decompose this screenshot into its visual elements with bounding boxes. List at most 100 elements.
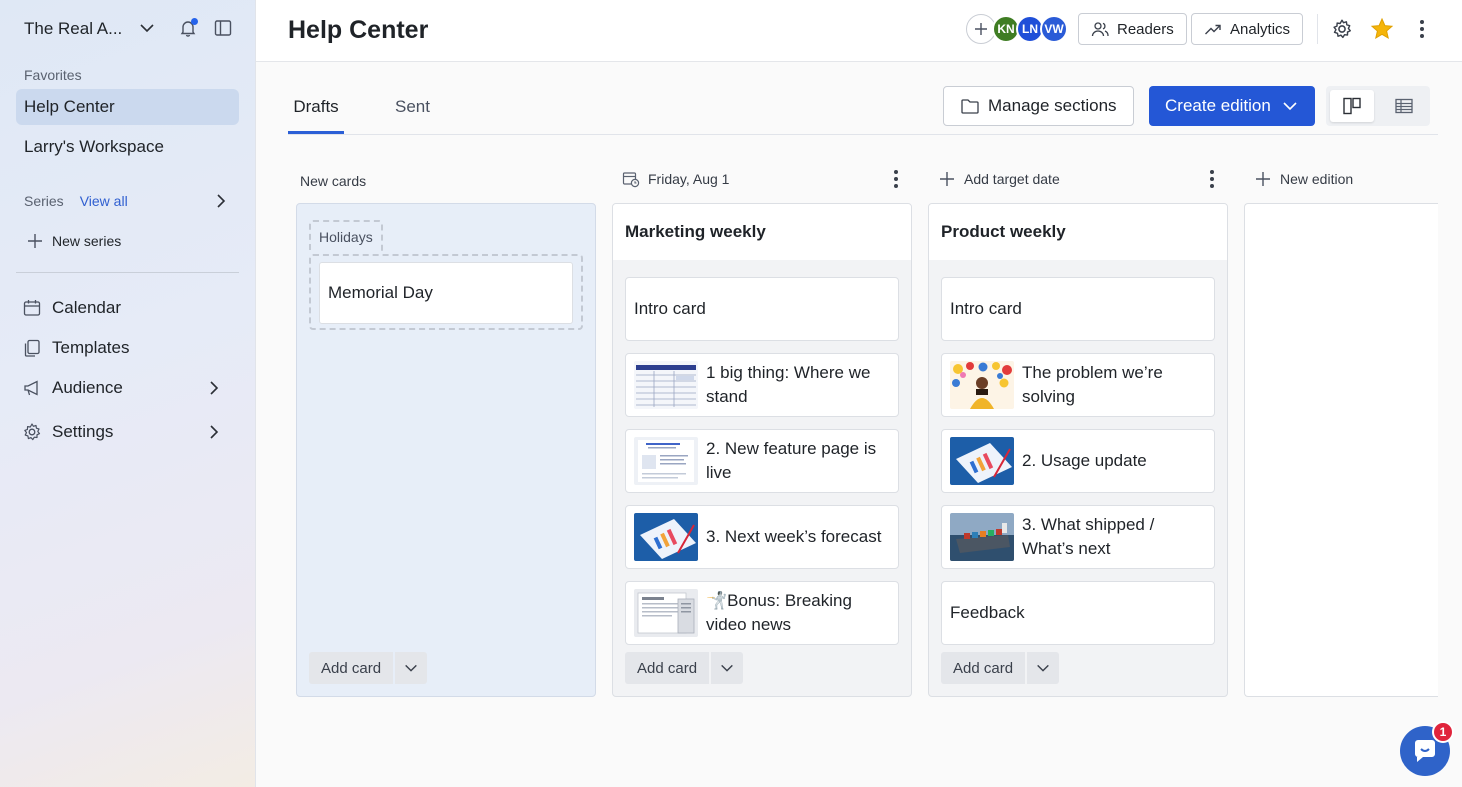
table-view-icon[interactable] — [1382, 90, 1426, 122]
document-thumbnail — [634, 437, 698, 485]
templates-icon — [22, 338, 42, 358]
trend-icon — [1204, 20, 1222, 38]
add-target-date-button[interactable]: Add target date — [938, 167, 1060, 191]
plus-icon — [1254, 170, 1272, 188]
header-divider — [1317, 14, 1318, 44]
card[interactable]: 2. New feature page is live — [625, 429, 899, 493]
sidebar-item-templates[interactable]: Templates — [16, 330, 239, 366]
edition-title[interactable]: Marketing weekly — [613, 204, 911, 260]
favorites-label: Favorites — [24, 67, 82, 83]
sidebar-divider — [16, 272, 239, 273]
chevron-right-icon[interactable] — [212, 192, 230, 210]
sidebar-item-label: Templates — [52, 338, 130, 357]
sidebar-item-label: Settings — [52, 422, 114, 441]
card-title: 🤺Bonus: Breaking video news — [706, 591, 852, 634]
card[interactable]: 3. Next week’s forecast — [625, 505, 899, 569]
marketing-date-header[interactable]: Friday, Aug 1 — [622, 167, 729, 191]
add-card-control: Add card — [625, 652, 744, 684]
chevron-down-icon[interactable] — [711, 652, 744, 684]
more-options-icon[interactable] — [1410, 17, 1434, 41]
new-edition-button[interactable]: New edition — [1254, 167, 1353, 191]
holiday-group: Memorial Day — [309, 254, 583, 330]
add-card-control: Add card — [309, 652, 428, 684]
analytics-button[interactable]: Analytics — [1191, 13, 1304, 45]
view-toggle — [1326, 86, 1430, 126]
add-card-button[interactable]: Add card — [625, 652, 710, 684]
readers-button[interactable]: Readers — [1078, 13, 1187, 45]
sidebar-item-settings[interactable]: Settings — [16, 414, 239, 450]
favorite-star-icon[interactable] — [1370, 17, 1394, 41]
new-cards-header: New cards — [300, 173, 367, 189]
card[interactable]: 1 big thing: Where we stand — [625, 353, 899, 417]
card[interactable]: The problem we’re solving — [941, 353, 1215, 417]
calendar-clock-icon — [622, 170, 640, 188]
add-card-button[interactable]: Add card — [309, 652, 394, 684]
sidebar-item-label: Calendar — [52, 298, 121, 317]
sidebar-toggle-icon[interactable] — [214, 19, 232, 37]
sidebar-item-help-center[interactable]: Help Center — [16, 89, 239, 125]
product-weekly-column: Product weekly Intro card The problem we… — [928, 203, 1228, 697]
chevron-right-icon[interactable] — [205, 423, 223, 441]
card[interactable]: 3. What shipped / What’s next — [941, 505, 1215, 569]
settings-gear-icon[interactable] — [1330, 17, 1354, 41]
new-edition-label: New edition — [1280, 171, 1354, 187]
sidebar-item-larrys-workspace[interactable]: Larry's Workspace — [16, 129, 239, 165]
sidebar-item-label: Larry's Workspace — [24, 137, 164, 156]
chevron-down-icon[interactable] — [138, 19, 156, 37]
card-title: 3. What shipped / What’s next — [1022, 515, 1155, 558]
avatar[interactable]: VW — [1040, 15, 1068, 43]
new-edition-column[interactable] — [1244, 203, 1438, 697]
sidebar-item-audience[interactable]: Audience — [16, 370, 239, 406]
group-label[interactable]: Holidays — [309, 220, 383, 252]
card[interactable]: Intro card — [625, 277, 899, 341]
card-title: Intro card — [634, 299, 706, 318]
more-options-icon[interactable] — [1202, 168, 1222, 190]
sidebar: The Real A... Favorites Help Center Larr… — [0, 0, 256, 787]
board-view-icon[interactable] — [1330, 90, 1374, 122]
card-title: 3. Next week’s forecast — [706, 527, 882, 546]
card-title: Memorial Day — [328, 283, 433, 302]
card[interactable]: 🤺Bonus: Breaking video news — [625, 581, 899, 645]
new-series-button[interactable]: New series — [26, 229, 121, 253]
tab-bar: Drafts Sent Manage sections Create editi… — [288, 85, 1438, 135]
users-icon — [1091, 20, 1109, 38]
megaphone-icon — [22, 378, 42, 398]
card[interactable]: Feedback — [941, 581, 1215, 645]
edition-title[interactable]: Product weekly — [929, 204, 1227, 260]
top-header: Help Center KN LN VW Readers Analytics — [256, 0, 1462, 62]
notification-dot — [191, 18, 198, 25]
more-options-icon[interactable] — [886, 168, 906, 190]
tab-drafts[interactable]: Drafts — [288, 97, 344, 134]
new-series-label: New series — [52, 233, 122, 249]
sidebar-item-label: Audience — [52, 378, 123, 397]
ship-thumbnail — [950, 513, 1014, 561]
chevron-right-icon[interactable] — [205, 379, 223, 397]
workspace-switcher[interactable]: The Real A... — [24, 16, 240, 42]
chevron-down-icon[interactable] — [395, 652, 428, 684]
notification-bell-icon[interactable] — [178, 18, 198, 38]
chevron-down-icon[interactable] — [1027, 652, 1060, 684]
create-edition-button[interactable]: Create edition — [1149, 86, 1315, 126]
card[interactable]: Memorial Day — [319, 262, 573, 324]
sidebar-item-calendar[interactable]: Calendar — [16, 290, 239, 326]
add-target-date-label: Add target date — [964, 171, 1060, 187]
view-all-link[interactable]: View all — [80, 193, 128, 209]
card-title: Intro card — [950, 299, 1022, 318]
marketing-weekly-column: Marketing weekly Intro card 1 big thing:… — [612, 203, 912, 697]
tab-sent[interactable]: Sent — [395, 97, 430, 134]
folder-icon — [960, 96, 980, 116]
series-label: Series — [24, 193, 64, 209]
manage-sections-button[interactable]: Manage sections — [943, 86, 1134, 126]
card[interactable]: 2. Usage update — [941, 429, 1215, 493]
series-section: Series View all — [24, 190, 234, 212]
card[interactable]: Intro card — [941, 277, 1215, 341]
gear-icon — [22, 422, 42, 442]
add-card-button[interactable]: Add card — [941, 652, 1026, 684]
readers-label: Readers — [1117, 20, 1174, 38]
workspace-name[interactable]: The Real A... — [24, 19, 124, 39]
card-title: The problem we’re solving — [1022, 363, 1163, 406]
newspaper-thumbnail — [634, 589, 698, 637]
new-cards-column: Holidays Memorial Day Add card — [296, 203, 596, 697]
page-title: Help Center — [288, 16, 429, 44]
calendar-icon — [22, 298, 42, 318]
